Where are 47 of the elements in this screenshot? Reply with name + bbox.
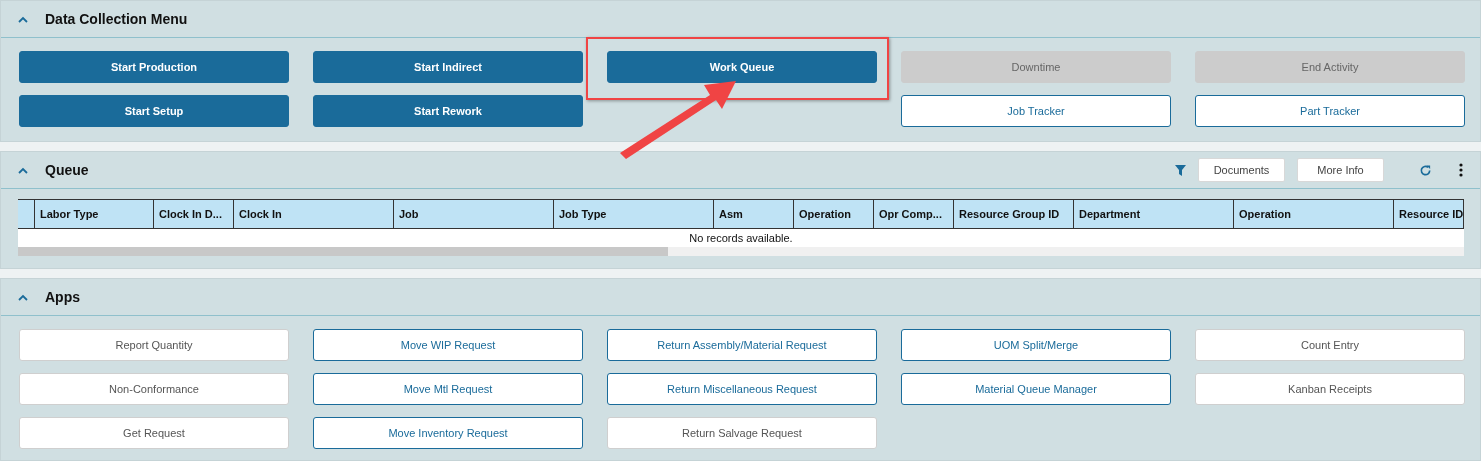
filter-icon[interactable] xyxy=(1175,164,1186,176)
action-button[interactable]: Move WIP Request xyxy=(313,329,583,361)
empty-table-message: No records available. xyxy=(689,230,793,246)
column-header[interactable]: Job xyxy=(394,200,554,228)
column-header[interactable]: Department xyxy=(1074,200,1234,228)
action-button[interactable]: Work Queue xyxy=(607,51,877,83)
action-button[interactable]: Return Miscellaneous Request xyxy=(607,373,877,405)
column-header[interactable]: Clock In xyxy=(234,200,394,228)
action-button[interactable]: Material Queue Manager xyxy=(901,373,1171,405)
action-button[interactable]: Move Inventory Request xyxy=(313,417,583,449)
column-header[interactable]: Resource ID xyxy=(1394,200,1464,228)
more-options-icon[interactable] xyxy=(1459,163,1463,177)
collapse-chevron-icon[interactable] xyxy=(18,166,28,174)
collapse-chevron-icon[interactable] xyxy=(18,15,28,23)
column-header[interactable]: Job Type xyxy=(554,200,714,228)
column-header[interactable]: Operation xyxy=(1234,200,1394,228)
action-button[interactable]: Job Tracker xyxy=(901,95,1171,127)
refresh-icon[interactable] xyxy=(1419,163,1432,177)
action-button[interactable]: Start Production xyxy=(19,51,289,83)
action-button[interactable]: Return Assembly/Material Request xyxy=(607,329,877,361)
column-header[interactable]: Asm xyxy=(714,200,794,228)
action-button[interactable]: Non-Conformance xyxy=(19,373,289,405)
toolbar-button[interactable]: More Info xyxy=(1297,158,1384,182)
horizontal-scrollbar[interactable] xyxy=(18,247,1464,256)
column-header[interactable]: Clock In D... xyxy=(154,200,234,228)
action-button[interactable]: UOM Split/Merge xyxy=(901,329,1171,361)
action-button[interactable]: Return Salvage Request xyxy=(607,417,877,449)
section-title: Apps xyxy=(45,287,80,307)
action-button[interactable]: Start Setup xyxy=(19,95,289,127)
action-button[interactable]: Count Entry xyxy=(1195,329,1465,361)
action-button[interactable]: Start Rework xyxy=(313,95,583,127)
collapse-chevron-icon[interactable] xyxy=(18,293,28,301)
column-header[interactable]: Operation xyxy=(794,200,874,228)
action-button[interactable]: Kanban Receipts xyxy=(1195,373,1465,405)
column-header[interactable]: Opr Comp... xyxy=(874,200,954,228)
action-button[interactable]: Move Mtl Request xyxy=(313,373,583,405)
action-button[interactable]: End Activity xyxy=(1195,51,1465,83)
section-title: Data Collection Menu xyxy=(45,9,188,29)
section-title: Queue xyxy=(45,160,89,180)
action-button[interactable]: Report Quantity xyxy=(19,329,289,361)
action-button[interactable]: Start Indirect xyxy=(313,51,583,83)
column-header[interactable]: Labor Type xyxy=(35,200,154,228)
action-button[interactable]: Part Tracker xyxy=(1195,95,1465,127)
column-header[interactable]: Resource Group ID xyxy=(954,200,1074,228)
action-button[interactable]: Downtime xyxy=(901,51,1171,83)
toolbar-button[interactable]: Documents xyxy=(1198,158,1285,182)
action-button[interactable]: Get Request xyxy=(19,417,289,449)
